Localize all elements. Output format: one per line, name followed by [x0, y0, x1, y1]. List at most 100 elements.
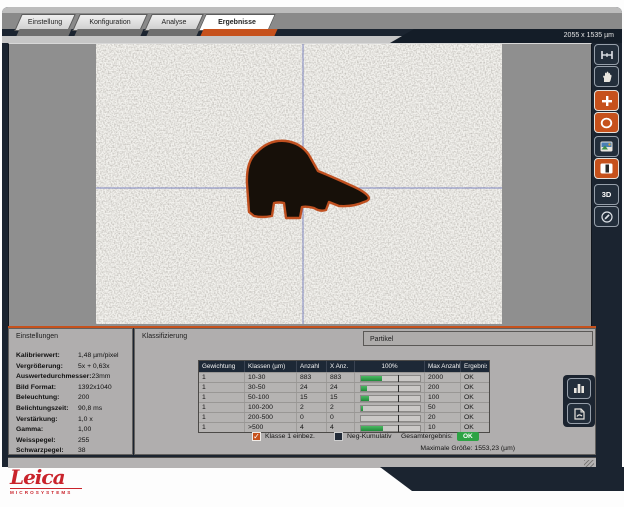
image-viewport[interactable]: [8, 43, 592, 327]
table-cell: 2000: [425, 373, 461, 382]
count-bar-cell: [355, 413, 425, 422]
settings-row: Vergrößerung:5x + 0,63x: [16, 362, 129, 373]
settings-value: 23mm: [92, 372, 111, 383]
tab-label: Konfiguration: [77, 15, 143, 30]
table-cell: 1: [199, 383, 245, 392]
tab-label: Einstellung: [19, 15, 71, 30]
settings-row: Weisspegel:255: [16, 436, 129, 447]
table-cell: 883: [297, 373, 327, 382]
table-cell: 200-500: [245, 413, 297, 422]
table-row[interactable]: 130-502424200OK: [199, 382, 489, 392]
table-row[interactable]: 110-308838832000OK: [199, 372, 489, 382]
tab-klassifizierung[interactable]: Klassifizierung: [142, 333, 187, 340]
tab-underline-active: [200, 29, 277, 36]
klasse1-checkbox[interactable]: ✓: [252, 432, 261, 441]
count-bar-track: [360, 385, 421, 392]
resize-grip[interactable]: [584, 460, 594, 467]
table-row[interactable]: 150-1001515100OK: [199, 392, 489, 402]
table-header-cell: X Anz.: [327, 361, 355, 372]
table-row[interactable]: 1200-5000020OK: [199, 412, 489, 422]
settings-value: 1,00: [78, 425, 91, 436]
frame-corner-wedge: [380, 467, 624, 491]
settings-title: Einstellungen: [16, 333, 58, 340]
count-bar-threshold-tick: [398, 425, 399, 432]
max-size-label: Maximale Größe: 1553,23 (µm): [335, 445, 515, 452]
count-bar-fill: [361, 406, 363, 411]
histogram-icon: [573, 383, 585, 394]
settings-label: Gamma:: [16, 425, 78, 436]
tab-label: Ergebnisse: [203, 15, 271, 30]
annotate-edit-button[interactable]: [594, 206, 619, 227]
table-cell: 50-100: [245, 393, 297, 402]
edit-icon: [601, 211, 613, 223]
circle-tool-icon: [600, 117, 613, 129]
settings-value: 255: [78, 436, 89, 447]
count-bar-cell: [355, 373, 425, 382]
app-window: Einstellung Konfiguration Analyse Ergebn…: [2, 7, 622, 467]
count-bar-fill: [361, 426, 383, 431]
table-row[interactable]: 1>5004410OK: [199, 422, 489, 432]
table-cell: OK: [461, 423, 487, 432]
settings-label: Weisspegel:: [16, 436, 78, 447]
table-row[interactable]: 1100-2002250OK: [199, 402, 489, 412]
settings-value: 1,48 µm/pixel: [78, 351, 119, 362]
rotate-3d-button[interactable]: 3D: [594, 184, 619, 205]
settings-value: 5x + 0,63x: [78, 362, 110, 373]
settings-label: Belichtungszeit:: [16, 404, 78, 415]
table-cell: 1: [199, 413, 245, 422]
leica-logo-text: Leica: [10, 466, 100, 488]
settings-value: 90,8 ms: [78, 404, 102, 415]
table-cell: 1: [199, 373, 245, 382]
count-bar-fill: [361, 386, 367, 391]
image-icon: [600, 141, 613, 152]
settings-row: Verstärkung:1,0 x: [16, 415, 129, 426]
settings-row: Auswertedurchmesser:23mm: [16, 372, 129, 383]
table-cell: 2: [327, 403, 355, 412]
table-cell: 50: [425, 403, 461, 412]
settings-label: Schwarzpegel:: [16, 446, 78, 457]
tab-label: Analyse: [149, 15, 199, 30]
table-cell: OK: [461, 413, 487, 422]
image-mask-button[interactable]: [594, 158, 619, 179]
table-cell: 10: [425, 423, 461, 432]
count-bar-threshold-tick: [398, 395, 399, 402]
count-bar-threshold-tick: [398, 375, 399, 382]
leica-logo: Leica MICROSYSTEMS: [10, 466, 100, 495]
settings-value: 1,0 x: [78, 415, 93, 426]
settings-row: Beleuchtung:200: [16, 393, 129, 404]
image-view-button[interactable]: [594, 136, 619, 157]
settings-label: Bild Format:: [16, 383, 78, 394]
specimen-image: [96, 44, 502, 324]
histogram-button[interactable]: [567, 378, 591, 399]
table-cell: >500: [245, 423, 297, 432]
gesamtergebnis-status-badge: OK: [457, 432, 479, 441]
settings-row: Belichtungszeit:90,8 ms: [16, 404, 129, 415]
settings-label: Kalibrierwert:: [16, 351, 78, 362]
table-header-cell: 100%: [355, 361, 425, 372]
count-bar-cell: [355, 393, 425, 402]
count-bar-cell: [355, 383, 425, 392]
circle-tool-button[interactable]: [594, 112, 619, 133]
table-body: 110-308838832000OK130-502424200OK150-100…: [199, 372, 489, 432]
leica-logo-subtitle: MICROSYSTEMS: [10, 490, 100, 495]
pan-hand-button[interactable]: [594, 66, 619, 87]
tab-partikel[interactable]: Partikel: [363, 331, 593, 346]
table-header-cell: Ergebnis: [461, 361, 487, 372]
report-icon: [574, 408, 585, 420]
table-cell: 20: [425, 413, 461, 422]
tab-underline: [16, 29, 71, 36]
table-cell: 15: [327, 393, 355, 402]
table-cell: 100-200: [245, 403, 297, 412]
neg-kumulativ-checkbox[interactable]: [334, 432, 343, 441]
rotate-3d-icon: 3D: [602, 190, 612, 199]
screen: Einstellung Konfiguration Analyse Ergebn…: [0, 0, 624, 507]
measure-tool-button[interactable]: [594, 44, 619, 65]
add-cross-icon: [601, 95, 613, 107]
table-cell: 200: [425, 383, 461, 392]
table-header-cell: Max Anzahl: [425, 361, 461, 372]
add-measurement-button[interactable]: [594, 90, 619, 111]
results-panel: Klassifizierung Partikel GewichtungKlass…: [134, 328, 596, 455]
count-bar-track: [360, 375, 421, 382]
table-cell: 24: [297, 383, 327, 392]
report-button[interactable]: [567, 403, 591, 424]
